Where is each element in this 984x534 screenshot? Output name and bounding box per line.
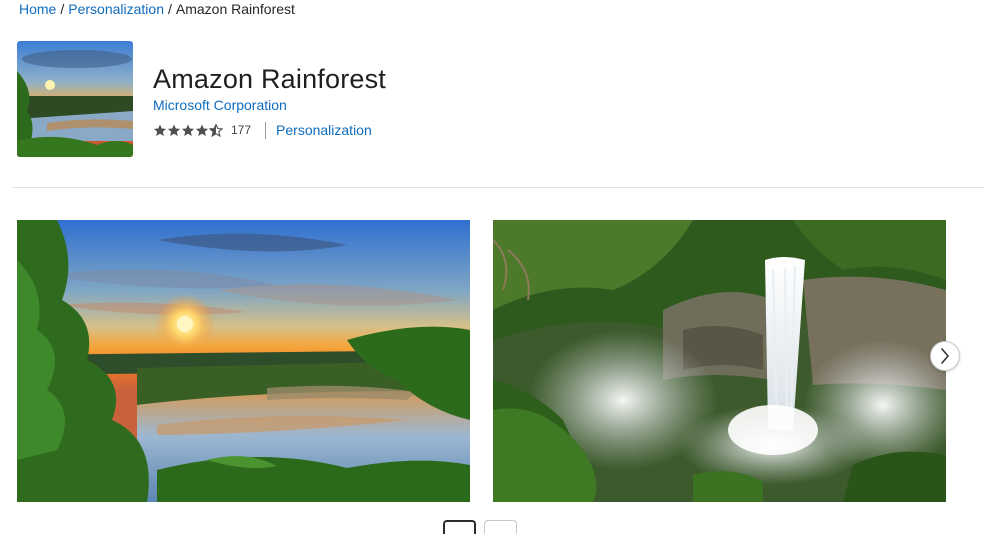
breadcrumb-personalization-link[interactable]: Personalization — [68, 1, 164, 17]
section-divider — [12, 187, 984, 188]
breadcrumb-current: Amazon Rainforest — [175, 1, 295, 17]
star-full-icon — [153, 124, 167, 136]
star-full-icon — [181, 124, 195, 136]
carousel-next-button[interactable] — [930, 341, 960, 371]
screenshot-waterfall[interactable] — [493, 220, 946, 502]
breadcrumb-separator: / — [167, 1, 172, 17]
carousel-page-indicator[interactable] — [484, 520, 517, 534]
star-full-icon — [167, 124, 181, 136]
star-half-icon — [209, 123, 223, 137]
breadcrumb-separator: / — [60, 1, 65, 17]
rating-count: 177 — [231, 123, 252, 137]
rating-row: 177 Personalization — [153, 121, 372, 139]
app-icon — [17, 41, 133, 157]
carousel-page-indicator-active[interactable] — [443, 520, 476, 534]
breadcrumb-home-link[interactable]: Home — [19, 1, 56, 17]
sunset-river-image — [17, 220, 470, 502]
breadcrumb: Home / Personalization / Amazon Rainforest — [19, 1, 295, 18]
chevron-right-icon — [941, 348, 949, 364]
carousel-pagination — [443, 520, 517, 534]
app-icon-image — [17, 41, 133, 157]
app-title: Amazon Rainforest — [153, 64, 387, 94]
divider — [265, 121, 267, 139]
publisher-link[interactable]: Microsoft Corporation — [153, 97, 287, 114]
star-full-icon — [195, 124, 209, 136]
star-rating — [153, 123, 223, 137]
category-link[interactable]: Personalization — [276, 122, 372, 138]
waterfall-image — [493, 220, 946, 502]
screenshot-sunset-river[interactable] — [17, 220, 470, 502]
